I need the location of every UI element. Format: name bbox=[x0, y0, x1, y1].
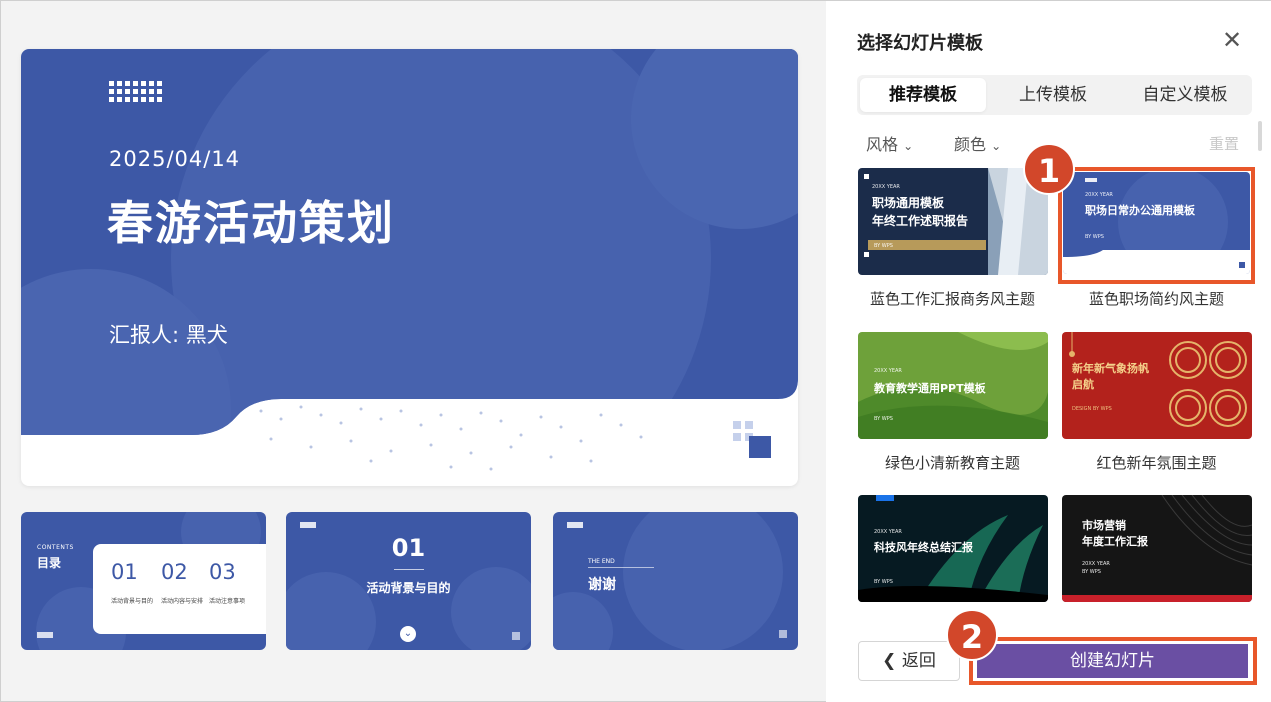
tpl6-year: 20XX YEAR bbox=[1082, 561, 1110, 567]
tab-recommended[interactable]: 推荐模板 bbox=[860, 78, 986, 112]
scrollbar[interactable] bbox=[1258, 121, 1262, 151]
toc-num-2: 02 bbox=[161, 560, 188, 584]
end-divider bbox=[588, 567, 654, 568]
tpl4-title2: 启航 bbox=[1072, 378, 1094, 391]
toc-sub-2: 活动内容与安排 bbox=[161, 598, 204, 605]
template-card-3[interactable]: 20XX YEAR 教育教学通用PPT模板 BY WPS bbox=[858, 332, 1048, 439]
tpl1-year: 20XX YEAR bbox=[872, 184, 900, 190]
create-slides-button[interactable]: 创建幻灯片 bbox=[977, 644, 1248, 678]
tpl3-title1: 教育教学通用PPT模板 bbox=[874, 382, 986, 395]
template-card-4[interactable]: 新年新气象扬帆 启航 DESIGN BY WPS bbox=[1062, 332, 1252, 439]
tab-upload[interactable]: 上传模板 bbox=[990, 78, 1116, 112]
tpl4-title1: 新年新气象扬帆 bbox=[1072, 362, 1149, 375]
tab-custom[interactable]: 自定义模板 bbox=[1120, 78, 1250, 112]
chevron-down-icon: ⌄ bbox=[903, 139, 914, 153]
slide-date: 2025/04/14 bbox=[109, 147, 241, 171]
template-caption-3: 绿色小清新教育主题 bbox=[884, 454, 1020, 472]
tpl1-by: BY WPS bbox=[874, 243, 893, 249]
tpl3-by: BY WPS bbox=[874, 416, 893, 422]
tpl5-title1: 科技风年终总结汇报 bbox=[874, 541, 973, 554]
template-caption-2: 蓝色职场简约风主题 bbox=[1088, 290, 1224, 308]
section-num: 01 bbox=[391, 534, 426, 562]
tpl1-title2: 年终工作述职报告 bbox=[872, 214, 969, 228]
thumbnail-toc[interactable]: CONTENTS 目录 01 02 03 活动背景与目的 活动内容与安排 活动注… bbox=[21, 512, 266, 650]
tpl4-by: DESIGN BY WPS bbox=[1072, 406, 1112, 412]
template-card-1[interactable]: 20XX YEAR 职场通用模板 年终工作述职报告 BY WPS bbox=[858, 168, 1048, 275]
back-button-label: 返回 bbox=[901, 651, 936, 671]
template-card-5[interactable]: 20XX YEAR 科技风年终总结汇报 BY WPS bbox=[858, 495, 1048, 602]
slide-background bbox=[21, 49, 798, 471]
tpl5-by: BY WPS bbox=[874, 579, 893, 585]
close-icon[interactable]: ✕ bbox=[1219, 27, 1245, 53]
section-label: 活动背景与目的 bbox=[366, 581, 451, 595]
end-title: 谢谢 bbox=[588, 577, 616, 593]
template-caption-4: 红色新年氛围主题 bbox=[1096, 454, 1217, 472]
chevron-down-icon: ⌄ bbox=[991, 139, 1002, 153]
panel-title: 选择幻灯片模板 bbox=[857, 33, 983, 54]
toc-sub-3: 活动注意事项 bbox=[209, 598, 246, 605]
tpl3-year: 20XX YEAR bbox=[874, 368, 902, 374]
tpl6-title2: 年度工作汇报 bbox=[1082, 535, 1148, 548]
toc-sub-1: 活动背景与目的 bbox=[111, 598, 154, 605]
template-tabs: 推荐模板 上传模板 自定义模板 bbox=[857, 75, 1252, 115]
thumbnail-section[interactable]: 01 活动背景与目的 ⌄ bbox=[286, 512, 531, 650]
dot-grid-logo-icon bbox=[109, 81, 162, 102]
step-badge-1: 1 bbox=[1023, 143, 1075, 195]
filter-color[interactable]: 颜色 ⌄ bbox=[954, 131, 1001, 155]
end-en-label: THE END bbox=[588, 558, 615, 565]
thumbnail-end[interactable]: THE END 谢谢 bbox=[553, 512, 798, 650]
selected-template-highlight bbox=[1058, 167, 1255, 284]
template-card-6[interactable]: 市场营销 年度工作汇报 20XX YEAR BY WPS bbox=[1062, 495, 1252, 602]
toc-card bbox=[93, 544, 266, 634]
reset-button[interactable]: 重置 bbox=[1209, 133, 1239, 154]
tpl6-by: BY WPS bbox=[1082, 569, 1101, 575]
section-divider bbox=[394, 569, 424, 570]
back-button[interactable]: ❮ 返回 bbox=[858, 641, 960, 681]
filter-style-label: 风格 bbox=[866, 135, 899, 154]
toc-num-3: 03 bbox=[209, 560, 236, 584]
slide-title: 春游活动策划 bbox=[107, 196, 395, 250]
filter-style[interactable]: 风格 ⌄ bbox=[866, 131, 913, 155]
tpl6-title1: 市场营销 bbox=[1082, 519, 1126, 532]
main-slide-preview: 2025/04/14 春游活动策划 汇报人: 黑犬 bbox=[21, 49, 798, 486]
toc-heading: 目录 bbox=[37, 556, 62, 570]
chevron-left-icon: ❮ bbox=[882, 651, 897, 671]
slide-reporter: 汇报人: 黑犬 bbox=[109, 323, 228, 347]
template-caption-1: 蓝色工作汇报商务风主题 bbox=[869, 290, 1035, 308]
tpl5-year: 20XX YEAR bbox=[874, 529, 902, 535]
toc-num-1: 01 bbox=[111, 560, 138, 584]
toc-contents-label: CONTENTS bbox=[37, 544, 74, 551]
chevron-down-icon: ⌄ bbox=[400, 626, 416, 642]
step-badge-2: 2 bbox=[946, 609, 998, 661]
filter-color-label: 颜色 bbox=[954, 135, 987, 154]
tpl1-title1: 职场通用模板 bbox=[872, 196, 945, 210]
